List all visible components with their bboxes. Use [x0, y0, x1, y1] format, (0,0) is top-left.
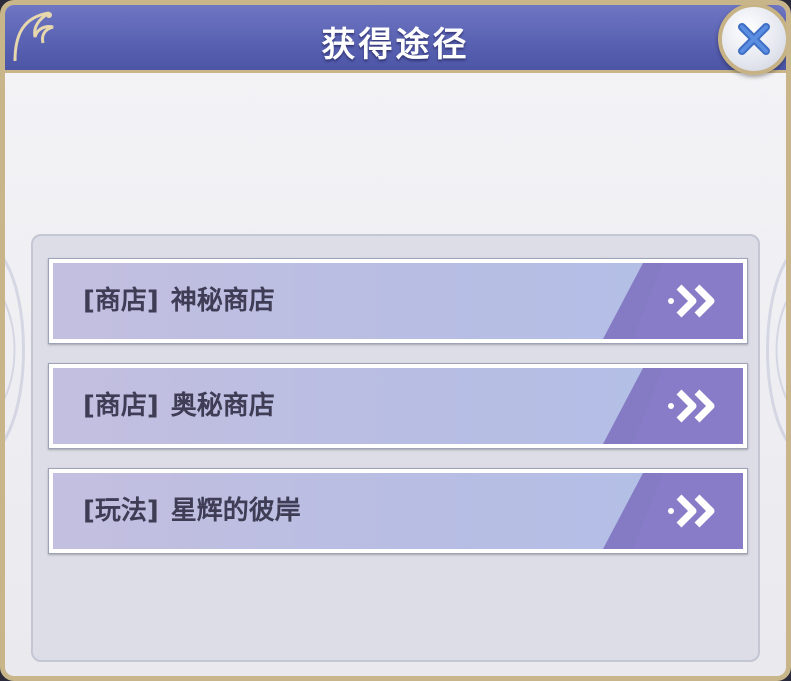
dialog-title-bar: 获得途径 — [5, 5, 786, 73]
source-item-body: [玩法] 星辉的彼岸 — [53, 473, 743, 549]
source-category: [商店] — [83, 286, 159, 316]
source-item-mystery-shop[interactable]: [商店] 神秘商店 — [48, 258, 748, 344]
double-chevron-right-icon — [668, 284, 715, 318]
close-x-icon — [738, 23, 770, 55]
source-item-body: [商店] 神秘商店 — [53, 263, 743, 339]
source-item-body: [商店] 奥秘商店 — [53, 368, 743, 444]
sources-list-panel: [商店] 神秘商店 [商店] 奥秘商店 [玩法] 星辉的彼岸 — [31, 234, 760, 662]
source-category: [玩法] — [83, 496, 159, 526]
dialog-title: 获得途径 — [321, 25, 470, 65]
close-button[interactable] — [718, 5, 786, 75]
source-name: 星辉的彼岸 — [170, 496, 301, 526]
acquisition-dialog: 获得途径 [商店] 神秘商店 [商店] 奥秘商店 [玩法] 星辉的彼岸 — [0, 0, 791, 681]
double-chevron-right-icon — [668, 494, 715, 528]
source-item-starlight-shore[interactable]: [玩法] 星辉的彼岸 — [48, 468, 748, 554]
source-item-arcane-shop[interactable]: [商店] 奥秘商店 — [48, 363, 748, 449]
source-name: 奥秘商店 — [170, 391, 275, 421]
source-item-label: [商店] 奥秘商店 — [83, 368, 275, 444]
source-category: [商店] — [83, 391, 159, 421]
source-item-label: [商店] 神秘商店 — [83, 263, 275, 339]
source-name: 神秘商店 — [170, 286, 275, 316]
source-item-label: [玩法] 星辉的彼岸 — [83, 473, 301, 549]
double-chevron-right-icon — [668, 389, 715, 423]
